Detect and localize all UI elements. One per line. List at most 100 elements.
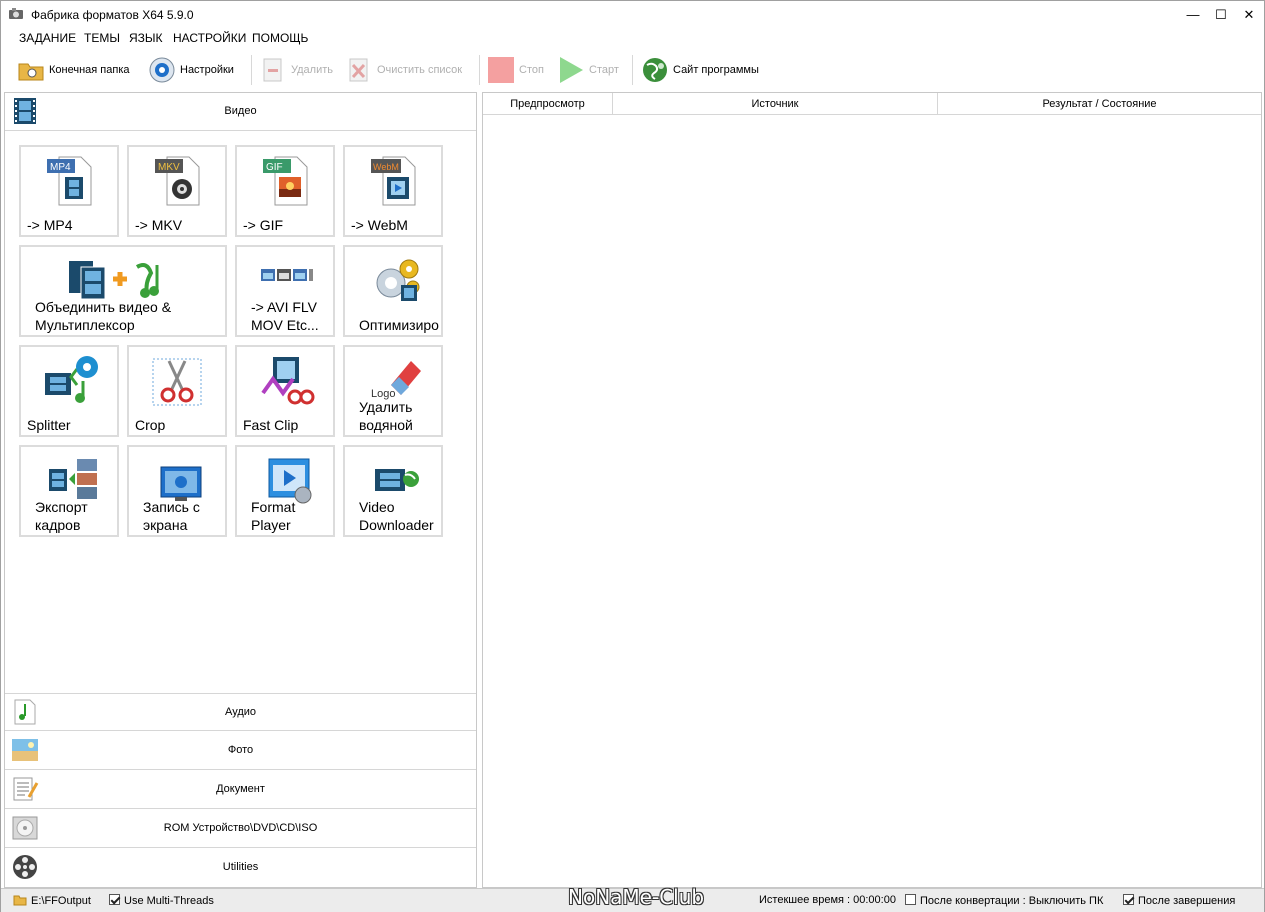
- menu-settings[interactable]: НАСТРОЙКИ: [173, 31, 246, 45]
- tile-screen-record-label: Запись с экрана: [143, 499, 200, 533]
- tile-to-avi-flv-mov[interactable]: -> AVI FLV MOV Etc...: [235, 245, 335, 337]
- start-button[interactable]: Старт: [557, 53, 619, 87]
- website-button[interactable]: Сайт программы: [641, 53, 759, 87]
- category-document-label: Документ: [216, 783, 265, 795]
- tile-crop-label: Crop: [135, 417, 166, 433]
- clear-list-button[interactable]: Очистить список: [345, 53, 462, 87]
- tile-to-mkv[interactable]: MKV -> MKV: [127, 145, 227, 237]
- task-list[interactable]: Предпросмотр Источник Результат / Состоя…: [482, 92, 1262, 888]
- column-source[interactable]: Источник: [613, 93, 938, 115]
- tile-to-webm-label: -> WebM: [351, 217, 408, 233]
- tile-crop[interactable]: Crop: [127, 345, 227, 437]
- menu-help[interactable]: ПОМОЩЬ: [252, 31, 308, 45]
- tile-optimize[interactable]: Оптимизиро: [343, 245, 443, 337]
- tile-remove-watermark[interactable]: Logo Удалить водяной: [343, 345, 443, 437]
- category-rom-label: ROM Устройство\DVD\CD\ISO: [163, 822, 318, 834]
- category-photo[interactable]: Фото: [5, 732, 476, 770]
- status-bar: E:\FFOutput Use Multi-Threads NoNaMe-Clu…: [1, 885, 1264, 912]
- after-conversion-toggle[interactable]: После конвертации : Выключить ПК: [905, 894, 1103, 907]
- tile-to-mkv-label: -> MKV: [135, 217, 183, 233]
- output-folder-button[interactable]: Конечная папка: [17, 53, 130, 87]
- window-title: Фабрика форматов X64 5.9.0: [31, 8, 194, 22]
- delete-icon: [263, 58, 282, 82]
- play-icon: [560, 57, 583, 83]
- folder-icon: [18, 63, 44, 81]
- column-preview[interactable]: Предпросмотр: [483, 93, 613, 115]
- tile-format-player-label: Format Player: [251, 499, 296, 533]
- category-utilities-label: Utilities: [222, 861, 259, 873]
- title-bar: Фабрика форматов X64 5.9.0 — ☐ ✕: [1, 1, 1264, 29]
- multithreads-checkbox[interactable]: [109, 894, 120, 905]
- menu-bar: ЗАДАНИЕ ТЕМЫ ЯЗЫК НАСТРОЙКИ ПОМОЩЬ: [1, 29, 1264, 49]
- category-rom[interactable]: ROM Устройство\DVD\CD\ISO: [5, 810, 476, 848]
- settings-icon: [149, 57, 175, 83]
- tile-to-avi-flv-mov-label: -> AVI FLV MOV Etc...: [251, 299, 319, 333]
- output-path-text: E:\FFOutput: [31, 895, 91, 907]
- after-conversion-label: После конвертации : Выключить ПК: [920, 895, 1104, 907]
- tile-fast-clip[interactable]: Fast Clip: [235, 345, 335, 437]
- category-audio[interactable]: Аудио: [5, 693, 476, 731]
- tile-fast-clip-label: Fast Clip: [243, 417, 299, 433]
- tile-optimize-label: Оптимизиро: [359, 317, 439, 333]
- menu-themes[interactable]: ТЕМЫ: [84, 31, 120, 45]
- category-document[interactable]: Документ: [5, 771, 476, 809]
- maximize-button[interactable]: ☐: [1206, 1, 1236, 29]
- stop-button[interactable]: Стоп: [487, 53, 544, 87]
- column-result-status[interactable]: Результат / Состояние: [938, 93, 1261, 115]
- mp4-badge: MP4: [50, 162, 71, 173]
- crop-scissors-icon: [152, 358, 202, 406]
- mkv-badge: MKV: [158, 162, 180, 173]
- tile-splitter-label: Splitter: [27, 417, 71, 433]
- tile-to-mp4-label: -> MP4: [27, 217, 73, 233]
- clear-list-icon: [349, 58, 368, 82]
- output-folder-label: Конечная папка: [49, 64, 130, 76]
- after-conversion-checkbox[interactable]: [905, 894, 916, 905]
- menu-language[interactable]: ЯЗЫК: [129, 31, 163, 45]
- tile-to-mp4[interactable]: MP4 -> MP4: [19, 145, 119, 237]
- category-audio-label: Аудио: [224, 706, 257, 718]
- category-utilities[interactable]: Utilities: [5, 849, 476, 887]
- multithreads-label: Use Multi-Threads: [124, 895, 214, 907]
- close-button[interactable]: ✕: [1234, 1, 1264, 29]
- app-window: Фабрика форматов X64 5.9.0 — ☐ ✕ ЗАДАНИЕ…: [0, 0, 1265, 912]
- category-video[interactable]: Видео: [5, 93, 476, 131]
- category-video-label: Видео: [224, 105, 257, 117]
- toolbar-divider: [251, 55, 252, 85]
- tile-to-webm[interactable]: WebM -> WebM: [343, 145, 443, 237]
- stop-label: Стоп: [519, 64, 544, 76]
- minimize-button[interactable]: —: [1178, 1, 1208, 29]
- delete-button[interactable]: Удалить: [259, 53, 333, 87]
- webm-badge: WebM: [373, 162, 399, 172]
- tile-format-player[interactable]: Format Player: [235, 445, 335, 537]
- toolbar-divider: [632, 55, 633, 85]
- tile-join-mux[interactable]: Объединить видео & Мультиплексор: [19, 245, 227, 337]
- tile-export-frames[interactable]: Экспорт кадров: [19, 445, 119, 537]
- tile-video-downloader[interactable]: Video Downloader: [343, 445, 443, 537]
- category-panel: Видео MP4 -> MP4 MKV -> MKV GIF -> GIF W…: [4, 92, 477, 888]
- optimize-gears-icon: [376, 259, 420, 301]
- tile-splitter[interactable]: Splitter: [19, 345, 119, 437]
- clear-list-label: Очистить список: [377, 64, 463, 76]
- watermark-text: NoNaMe-Club: [568, 885, 705, 909]
- menu-task[interactable]: ЗАДАНИЕ: [19, 31, 76, 45]
- mkv-file-icon: MKV: [155, 156, 200, 206]
- tile-to-gif[interactable]: GIF -> GIF: [235, 145, 335, 237]
- after-finish-checkbox[interactable]: [1123, 894, 1134, 905]
- tile-to-gif-label: -> GIF: [243, 217, 284, 233]
- gif-badge: GIF: [266, 162, 283, 173]
- multithreads-toggle[interactable]: Use Multi-Threads: [109, 894, 214, 907]
- after-finish-toggle[interactable]: После завершения: [1123, 894, 1235, 907]
- globe-icon: [643, 58, 667, 82]
- webm-file-icon: WebM: [371, 156, 416, 206]
- output-path[interactable]: E:\FFOutput: [13, 894, 91, 907]
- tile-video-downloader-label: Video Downloader: [359, 499, 434, 533]
- settings-button[interactable]: Настройки: [148, 53, 234, 87]
- tile-screen-record[interactable]: Запись с экрана: [127, 445, 227, 537]
- elapsed-time: Истекшее время : 00:00:00: [759, 894, 896, 906]
- tile-export-frames-label: Экспорт кадров: [35, 499, 88, 533]
- fast-clip-icon: [261, 357, 315, 405]
- settings-label: Настройки: [180, 64, 234, 76]
- splitter-icon: [45, 356, 98, 403]
- app-icon: [9, 8, 23, 19]
- folder-small-icon: [13, 895, 27, 906]
